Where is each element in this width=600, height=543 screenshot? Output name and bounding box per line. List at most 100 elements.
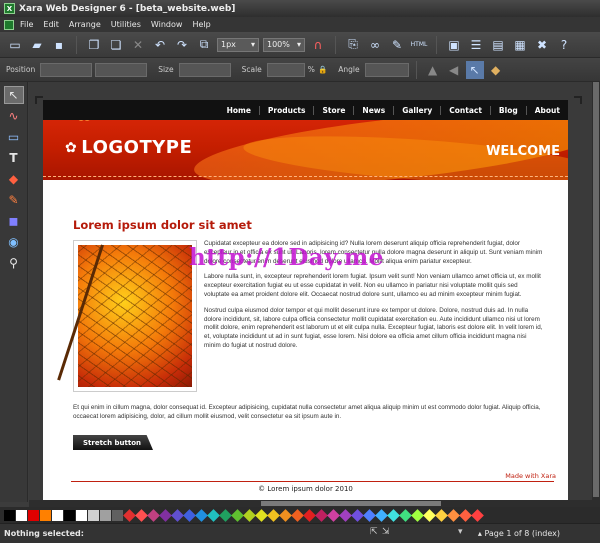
size-width-field[interactable] (178, 62, 231, 77)
redo-icon[interactable]: ↷ (173, 36, 191, 54)
preview-icon[interactable]: ⎘ (344, 36, 362, 54)
selector-tool-icon[interactable]: ↖ (3, 86, 24, 104)
color-swatch[interactable] (52, 509, 63, 521)
flip-vertical-icon[interactable]: ▲ (424, 61, 442, 79)
nav-store[interactable]: Store (313, 105, 353, 115)
magnet-icon[interactable]: ∩ (309, 36, 327, 54)
zoom-tool-icon[interactable]: ⚲ (4, 254, 24, 272)
widgets-icon[interactable]: ▦ (511, 36, 529, 54)
status-bar: Nothing selected: ⇱ ⇲ ▾ ▴ Page 1 of 8 (i… (0, 523, 600, 543)
scale-label: Scale (241, 65, 262, 74)
horizontal-scrollbar[interactable] (29, 500, 600, 507)
fill-tool-icon[interactable]: ◆ (4, 170, 24, 188)
paste-icon[interactable]: ❏ (107, 36, 125, 54)
color-swatch[interactable] (471, 508, 484, 522)
tag-icon[interactable]: ◆ (487, 61, 505, 79)
position-y-field[interactable] (95, 62, 148, 77)
logo-text: LOGOTYPE (81, 137, 193, 158)
page-gallery-icon[interactable]: ▤ (489, 36, 507, 54)
page-indicator[interactable]: ▴ Page 1 of 8 (index) (478, 529, 560, 538)
color-palette (0, 507, 600, 523)
tool-strip: ↖ ∿ ▭ T ◆ ✎ ◼ ◉ ⚲ (0, 82, 28, 502)
zoom-combo[interactable]: 100% ▾ (263, 37, 305, 52)
flip-horizontal-icon[interactable]: ◀ (445, 61, 463, 79)
main-toolbar: ▭ ▰ ▪ ❐ ❏ ✕ ↶ ↷ ⧉ 1px ▾ 100% ▾ ∩ ⎘ ∞ ✎ HTM… (0, 32, 600, 58)
transform-icon[interactable]: ⧉ (195, 36, 213, 54)
add-page-icon[interactable]: ▣ (445, 36, 463, 54)
nav-blog[interactable]: Blog (489, 105, 526, 115)
color-swatch[interactable] (100, 509, 111, 521)
page-up-icon: ▴ (477, 529, 482, 538)
link-icon[interactable]: ∞ (366, 36, 384, 54)
selector-mode-icon[interactable]: ↖ (465, 60, 484, 79)
color-swatch[interactable] (40, 509, 51, 521)
leaf-photo[interactable] (73, 240, 197, 392)
help-icon[interactable]: ? (555, 36, 573, 54)
stretch-button[interactable]: Stretch button (73, 435, 153, 450)
menu-arrange[interactable]: Arrange (69, 20, 101, 29)
color-swatch[interactable] (4, 509, 15, 521)
scale-field[interactable] (266, 62, 305, 77)
paragraph: Nostrud culpa eiusmod dolor tempor et qu… (204, 306, 543, 349)
site-logo[interactable]: ✿ LOGOTYPE (65, 137, 192, 158)
web-page[interactable]: ✿ ✿ Home Products Store News Gallery Con… (43, 100, 568, 500)
nav-products[interactable]: Products (258, 105, 314, 115)
color-swatch[interactable] (16, 509, 27, 521)
color-swatch[interactable] (88, 509, 99, 521)
selection-status: Nothing selected: (4, 529, 84, 538)
welcome-text: WELCOME (486, 144, 560, 159)
app-logo-icon: X (4, 3, 15, 14)
nav-gallery[interactable]: Gallery (393, 105, 440, 115)
nav-menu: Home Products Store News Gallery Contact… (219, 100, 568, 120)
layers-icon[interactable]: ☰ (467, 36, 485, 54)
page-corner-mark (574, 96, 582, 104)
menu-app-icon[interactable] (4, 19, 14, 30)
menu-utilities[interactable]: Utilities (111, 20, 141, 29)
color-swatch[interactable] (28, 509, 39, 521)
unit-combo[interactable]: 1px ▾ (217, 37, 259, 52)
color-swatch[interactable] (112, 509, 123, 521)
position-x-field[interactable] (40, 62, 93, 77)
transparency-tool-icon[interactable]: ◼ (4, 212, 24, 230)
page-nav-icon[interactable]: ⇱ (370, 527, 382, 539)
open-folder-icon[interactable]: ▰ (28, 36, 46, 54)
menu-help[interactable]: Help (192, 20, 210, 29)
new-document-icon[interactable]: ▭ (6, 36, 24, 54)
nav-news[interactable]: News (353, 105, 393, 115)
menu-file[interactable]: File (20, 20, 33, 29)
chevron-down-icon: ▾ (250, 40, 255, 49)
page-heading: Lorem ipsum dolor sit amet (73, 218, 252, 232)
nav-home[interactable]: Home (219, 106, 259, 115)
tools-icon[interactable]: ✖ (533, 36, 551, 54)
main-content: Lorem ipsum dolor sit amet Cupidatat exc… (73, 218, 553, 450)
save-icon[interactable]: ▪ (50, 36, 68, 54)
made-with-xara-link[interactable]: Made with Xara (505, 472, 556, 480)
lock-aspect-icon[interactable]: 🔒 (318, 65, 327, 74)
document-canvas[interactable]: ✿ ✿ Home Products Store News Gallery Con… (29, 82, 600, 500)
menu-edit[interactable]: Edit (43, 20, 59, 29)
rectangle-tool-icon[interactable]: ▭ (4, 128, 24, 146)
paragraph: Labore nulla sunt, in, excepteur reprehe… (204, 273, 541, 298)
copy-icon[interactable]: ❐ (85, 36, 103, 54)
color-swatch[interactable] (64, 509, 75, 521)
undo-icon[interactable]: ↶ (151, 36, 169, 54)
delete-icon[interactable]: ✕ (129, 36, 147, 54)
web-properties-icon[interactable]: ✎ (388, 36, 406, 54)
html-code-icon[interactable]: HTML (410, 36, 428, 54)
color-swatch[interactable] (76, 509, 87, 521)
pen-tool-icon[interactable]: ✎ (4, 191, 24, 209)
text-tool-icon[interactable]: T (4, 149, 24, 167)
chevron-down-icon[interactable]: ▾ (458, 527, 470, 539)
photo-tool-icon[interactable]: ◉ (4, 233, 24, 251)
vertical-scrollbar[interactable] (592, 82, 600, 500)
title-bar: X Xara Web Designer 6 - [beta_website.we… (0, 0, 600, 17)
shape-editor-tool-icon[interactable]: ∿ (4, 107, 24, 125)
angle-field[interactable] (364, 62, 409, 77)
position-label: Position (6, 65, 36, 74)
nav-contact[interactable]: Contact (440, 105, 490, 115)
page-nav-icon[interactable]: ⇲ (382, 527, 394, 539)
footer-divider (71, 481, 554, 482)
menu-window[interactable]: Window (151, 20, 183, 29)
chevron-down-icon: ▾ (296, 40, 301, 49)
nav-about[interactable]: About (525, 105, 568, 115)
